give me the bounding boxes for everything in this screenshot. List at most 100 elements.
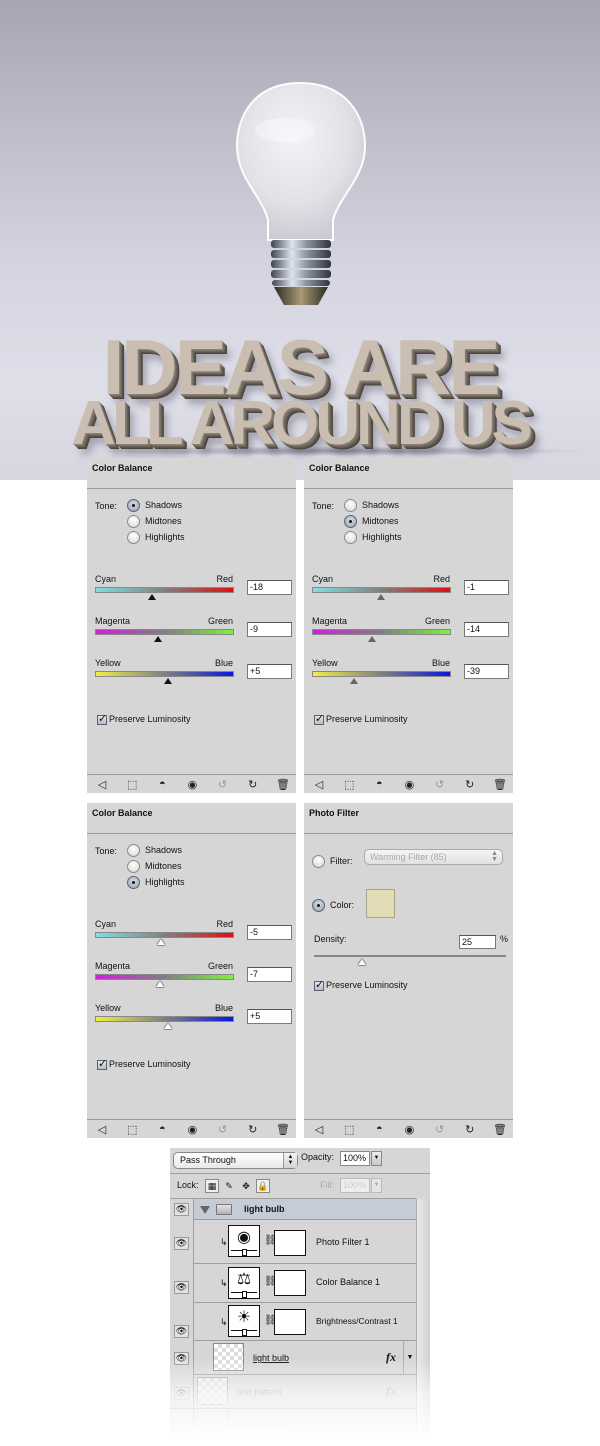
eye-icon[interactable]: 👁 — [174, 1325, 189, 1338]
back-arrow-icon[interactable]: ◁ — [93, 1121, 111, 1137]
lock-all-padlock-icon[interactable]: 🔒 — [256, 1179, 270, 1193]
trash-icon[interactable]: 🗑 — [491, 1121, 509, 1137]
reset-icon[interactable]: ↻ — [244, 776, 262, 792]
expand-effects-arrow-icon[interactable]: ▼ — [403, 1341, 416, 1375]
slider-value-input[interactable]: -14 — [464, 622, 509, 637]
color-slider-thumb[interactable] — [350, 678, 359, 684]
density-input[interactable]: 25 — [459, 935, 496, 949]
tone-radio-highlights[interactable] — [127, 531, 140, 544]
preserve-luminosity-checkbox[interactable] — [314, 978, 324, 991]
toggle-previous-state-icon[interactable]: ◓ — [153, 1121, 171, 1137]
density-slider-thumb[interactable] — [358, 959, 366, 965]
layer-background[interactable]: Background — [170, 1409, 416, 1443]
layer-light-bulb[interactable]: light bulb fx ▼ — [194, 1341, 416, 1375]
view-previous-state-icon[interactable]: ↺ — [431, 776, 449, 792]
color-swatch[interactable] — [366, 889, 395, 918]
tone-radio-midtones[interactable] — [127, 515, 140, 528]
clip-to-layer-icon[interactable]: ⬚ — [123, 776, 141, 792]
color-slider-track[interactable] — [312, 629, 451, 635]
filter-radio[interactable] — [312, 855, 325, 868]
eye-icon[interactable]: ◉ — [400, 1121, 418, 1137]
slider-value-input[interactable]: -5 — [247, 925, 292, 940]
slider-value-input[interactable]: -1 — [464, 580, 509, 595]
eye-icon[interactable]: 👁 — [174, 1237, 189, 1250]
eye-icon[interactable]: ◉ — [183, 776, 201, 792]
color-slider-thumb[interactable] — [157, 939, 166, 945]
blend-mode-select[interactable]: Pass Through ▲ ▼ — [173, 1152, 298, 1169]
back-arrow-icon[interactable]: ◁ — [310, 776, 328, 792]
eye-icon[interactable]: ◉ — [400, 776, 418, 792]
clip-to-layer-icon[interactable]: ⬚ — [340, 776, 358, 792]
tone-radio-shadows[interactable] — [127, 844, 140, 857]
slider-value-input[interactable]: +5 — [247, 664, 292, 679]
fx-icon[interactable]: fx — [386, 1384, 396, 1399]
preserve-luminosity-checkbox[interactable] — [314, 712, 324, 725]
color-radio[interactable] — [312, 899, 325, 912]
layer-mask-thumbnail[interactable] — [274, 1230, 306, 1256]
color-slider-track[interactable] — [95, 671, 234, 677]
fx-icon[interactable]: fx — [386, 1350, 396, 1365]
color-slider-track[interactable] — [95, 974, 234, 980]
eye-icon[interactable]: 👁 — [174, 1203, 189, 1216]
fill-input[interactable]: 100% — [340, 1178, 370, 1193]
trash-icon[interactable]: 🗑 — [274, 1121, 292, 1137]
opacity-dropdown-button[interactable]: ▼ — [371, 1151, 382, 1166]
color-slider-track[interactable] — [312, 671, 451, 677]
preserve-luminosity-checkbox[interactable] — [97, 712, 107, 725]
tone-radio-midtones[interactable] — [344, 515, 357, 528]
eye-icon[interactable]: 👁 — [174, 1387, 189, 1400]
eye-icon[interactable]: 👁 — [174, 1352, 189, 1365]
lock-image-brush-icon[interactable]: ✎ — [222, 1179, 236, 1193]
color-slider-thumb[interactable] — [163, 678, 172, 684]
layer-text-pattern[interactable]: text pattern fx — [170, 1375, 416, 1409]
slider-value-input[interactable]: -7 — [247, 967, 292, 982]
slider-value-input[interactable]: -18 — [247, 580, 292, 595]
opacity-input[interactable]: 100% — [340, 1151, 370, 1166]
tone-radio-midtones[interactable] — [127, 860, 140, 873]
clip-to-layer-icon[interactable]: ⬚ — [340, 1121, 358, 1137]
lock-position-move-icon[interactable]: ✥ — [239, 1179, 253, 1193]
layer-group-light-bulb[interactable]: light bulb — [194, 1199, 416, 1220]
disclosure-triangle-icon[interactable] — [200, 1206, 210, 1214]
trash-icon[interactable]: 🗑 — [274, 776, 292, 792]
layers-scrollbar[interactable] — [416, 1199, 430, 1446]
color-slider-thumb[interactable] — [163, 1023, 172, 1029]
layer-photo-filter[interactable]: ↳ ◉ ⛓ Photo Filter 1 — [194, 1220, 416, 1264]
color-slider-track[interactable] — [312, 587, 451, 593]
layer-mask-thumbnail[interactable] — [274, 1309, 306, 1335]
slider-value-input[interactable]: +5 — [247, 1009, 292, 1024]
view-previous-state-icon[interactable]: ↺ — [214, 776, 232, 792]
color-slider-thumb[interactable] — [367, 636, 376, 642]
fill-dropdown-button[interactable]: ▼ — [371, 1178, 382, 1193]
trash-icon[interactable]: 🗑 — [491, 776, 509, 792]
tone-radio-shadows[interactable] — [344, 499, 357, 512]
color-slider-thumb[interactable] — [155, 981, 164, 987]
back-arrow-icon[interactable]: ◁ — [93, 776, 111, 792]
reset-icon[interactable]: ↻ — [244, 1121, 262, 1137]
view-previous-state-icon[interactable]: ↺ — [431, 1121, 449, 1137]
color-slider-thumb[interactable] — [154, 636, 163, 642]
eye-icon[interactable]: 👁 — [174, 1281, 189, 1294]
filter-select[interactable]: Warming Filter (85) ▲ ▼ — [364, 849, 503, 865]
layer-color-balance[interactable]: ↳ ⚖ ⛓ Color Balance 1 — [194, 1264, 416, 1303]
layer-brightness-contrast[interactable]: ↳ ☀ ⛓ Brightness/Contrast 1 — [194, 1303, 416, 1341]
color-slider-track[interactable] — [95, 1016, 234, 1022]
toggle-previous-state-icon[interactable]: ◓ — [370, 1121, 388, 1137]
tone-radio-highlights[interactable] — [344, 531, 357, 544]
lock-transparent-icon[interactable]: ▦ — [205, 1179, 219, 1193]
clip-to-layer-icon[interactable]: ⬚ — [123, 1121, 141, 1137]
back-arrow-icon[interactable]: ◁ — [310, 1121, 328, 1137]
color-slider-track[interactable] — [95, 629, 234, 635]
preserve-luminosity-checkbox[interactable] — [97, 1057, 107, 1070]
slider-value-input[interactable]: -9 — [247, 622, 292, 637]
toggle-previous-state-icon[interactable]: ◓ — [153, 776, 171, 792]
color-slider-thumb[interactable] — [376, 594, 385, 600]
color-slider-thumb[interactable] — [147, 594, 156, 600]
color-slider-track[interactable] — [95, 932, 234, 938]
density-slider-track[interactable] — [314, 955, 506, 957]
layer-mask-thumbnail[interactable] — [274, 1270, 306, 1296]
view-previous-state-icon[interactable]: ↺ — [214, 1121, 232, 1137]
color-slider-track[interactable] — [95, 587, 234, 593]
reset-icon[interactable]: ↻ — [461, 776, 479, 792]
slider-value-input[interactable]: -39 — [464, 664, 509, 679]
